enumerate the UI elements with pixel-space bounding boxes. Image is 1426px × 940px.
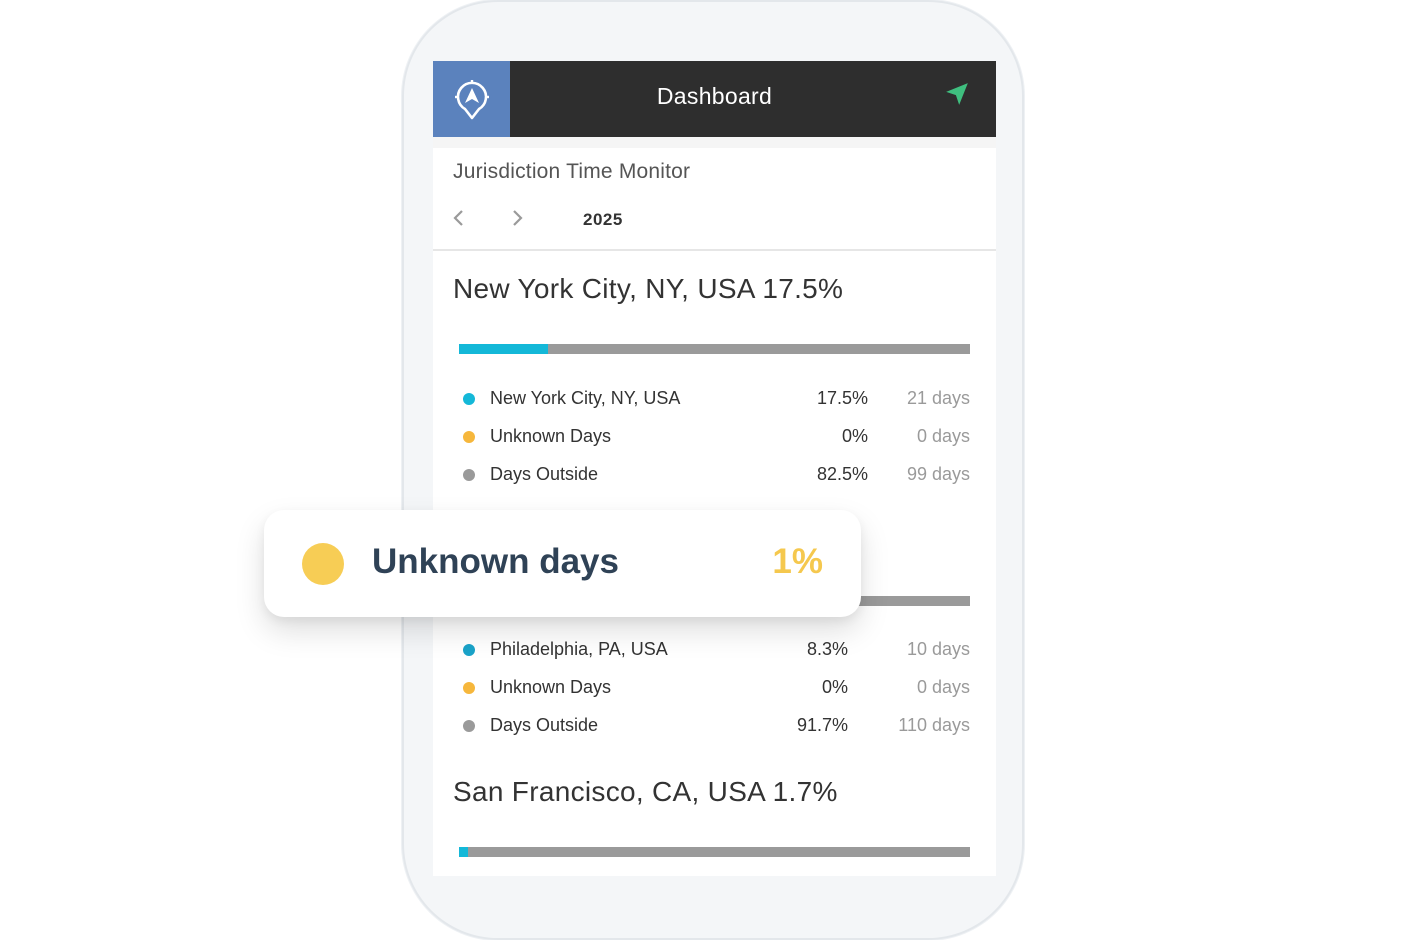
outside-dot bbox=[463, 720, 475, 732]
row-percent: 91.7% bbox=[796, 715, 848, 735]
popup-label: Unknown days bbox=[372, 542, 619, 581]
year-label: 2025 bbox=[583, 210, 623, 229]
popup-percent: 1% bbox=[772, 542, 823, 581]
unknown-dot bbox=[463, 431, 475, 443]
share-bar bbox=[459, 847, 970, 857]
row-percent: 0% bbox=[821, 677, 848, 697]
city-dot bbox=[463, 393, 475, 405]
row-percent: 0% bbox=[841, 426, 868, 446]
city-dot bbox=[463, 644, 475, 656]
row-label: Days Outside bbox=[490, 715, 599, 735]
row-days: 99 days bbox=[906, 464, 970, 484]
navigation-arrow-icon[interactable] bbox=[944, 81, 970, 107]
legend-row-unknown: Unknown Days 0% 0 days bbox=[459, 426, 970, 450]
legend-row-outside: Days Outside 91.7% 110 days bbox=[459, 715, 970, 739]
unknown-dot bbox=[302, 543, 344, 585]
row-days: 110 days bbox=[898, 715, 970, 735]
unknown-dot bbox=[463, 682, 475, 694]
location-title: New York City, NY, USA 17.5% bbox=[453, 273, 844, 304]
share-bar-fill bbox=[459, 847, 468, 857]
monitor-title: Jurisdiction Time Monitor bbox=[453, 160, 691, 183]
compass-pin-icon bbox=[454, 80, 489, 120]
legend-row-city: New York City, NY, USA 17.5% 21 days bbox=[459, 388, 970, 412]
legend-row-city: Philadelphia, PA, USA 8.3% 10 days bbox=[459, 639, 970, 663]
app-header: Dashboard bbox=[433, 61, 996, 137]
row-percent: 8.3% bbox=[806, 639, 848, 659]
row-days: 10 days bbox=[906, 639, 970, 659]
app-logo[interactable] bbox=[433, 61, 510, 137]
monitor-card: Jurisdiction Time Monitor 2025 bbox=[433, 148, 996, 251]
unknown-days-popup[interactable]: Unknown days 1% bbox=[264, 510, 861, 617]
row-percent: 17.5% bbox=[816, 388, 868, 408]
legend-row-unknown: Unknown Days 0% 0 days bbox=[459, 677, 970, 701]
share-bar bbox=[459, 344, 970, 354]
page-title: Dashboard bbox=[656, 83, 773, 109]
row-days: 0 days bbox=[916, 677, 970, 697]
chevron-left-icon[interactable] bbox=[452, 209, 466, 227]
location-title: San Francisco, CA, USA 1.7% bbox=[453, 776, 838, 807]
row-percent: 82.5% bbox=[816, 464, 868, 484]
row-label: Days Outside bbox=[490, 464, 599, 484]
legend-row-outside: Days Outside 82.5% 99 days bbox=[459, 464, 970, 488]
row-label: Philadelphia, PA, USA bbox=[490, 639, 668, 659]
row-label: Unknown Days bbox=[490, 677, 612, 697]
row-days: 0 days bbox=[916, 426, 970, 446]
outside-dot bbox=[463, 469, 475, 481]
app-screen: Dashboard Jurisdiction Time Monitor 2025… bbox=[433, 61, 996, 876]
share-bar-fill bbox=[459, 344, 549, 354]
row-label: Unknown Days bbox=[490, 426, 612, 446]
row-label: New York City, NY, USA bbox=[490, 388, 681, 408]
chevron-right-icon[interactable] bbox=[510, 209, 524, 227]
row-days: 21 days bbox=[906, 388, 970, 408]
